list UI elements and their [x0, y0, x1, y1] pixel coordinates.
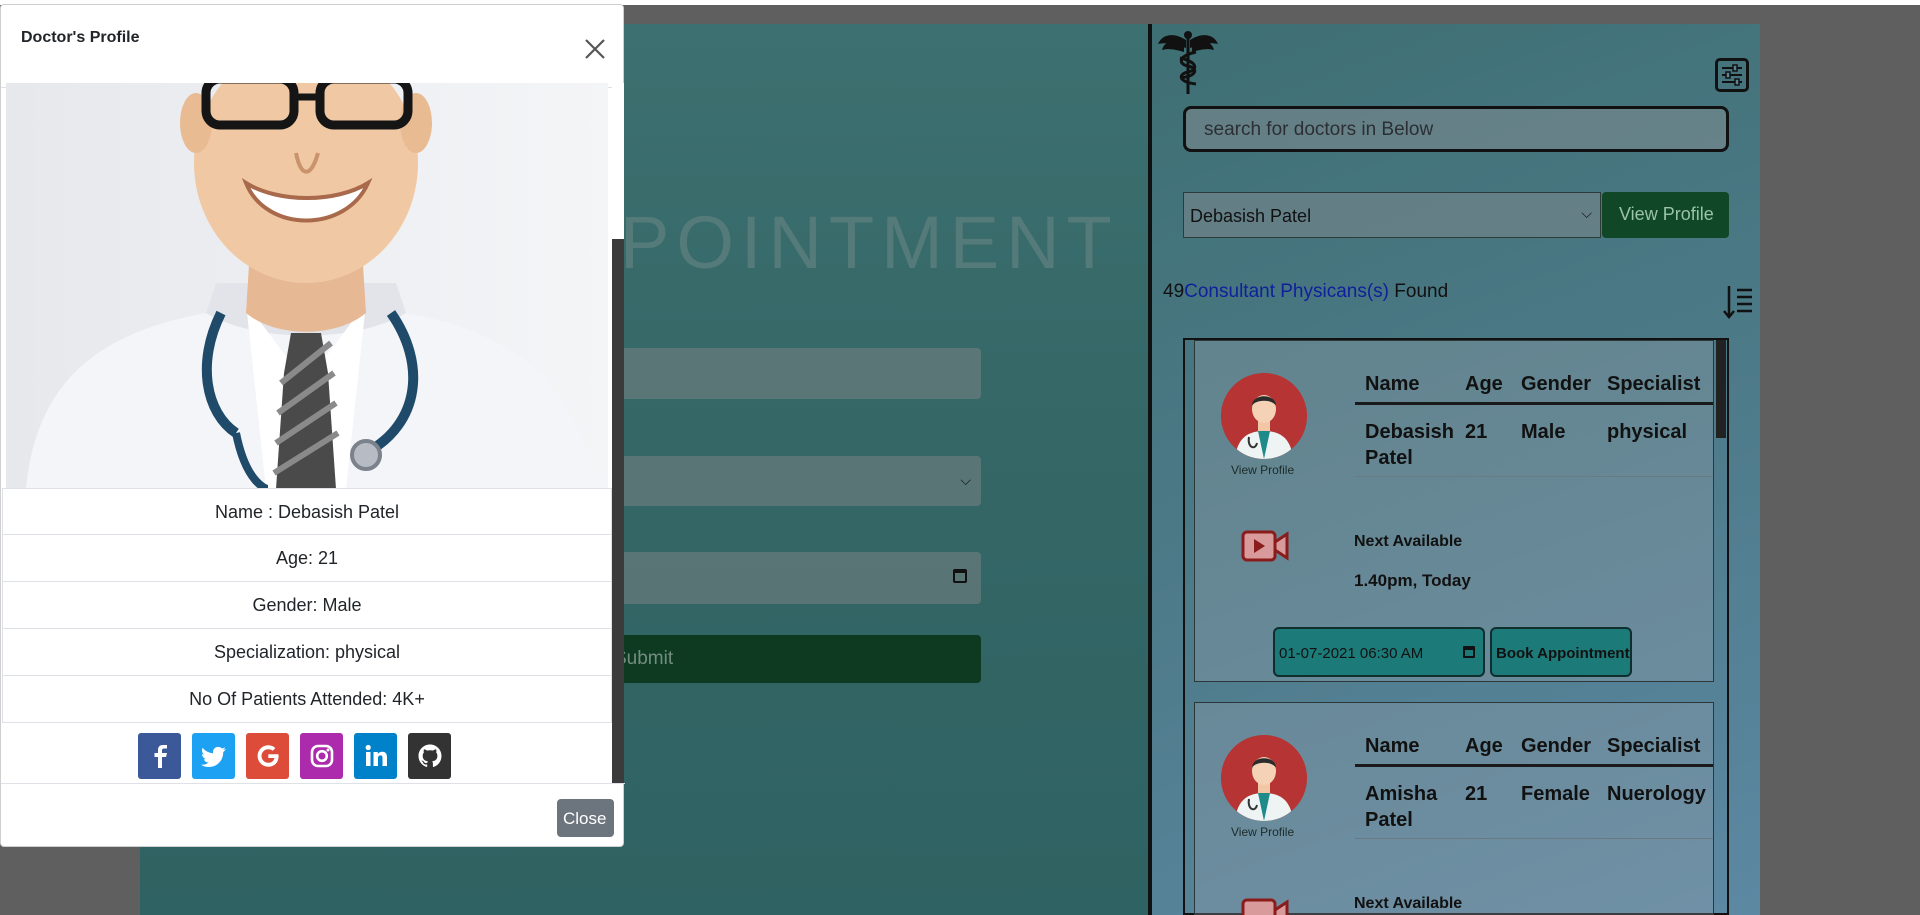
book-appointment-button[interactable]: Book Appointment [1490, 627, 1632, 677]
doctor-search-input[interactable]: search for doctors in Below [1183, 106, 1729, 152]
doctor-avatar[interactable] [1221, 735, 1307, 821]
doctor-photo-illustration [6, 83, 608, 489]
next-available-time: 1.40pm, Today [1354, 571, 1471, 590]
close-icon[interactable] [581, 35, 609, 63]
view-profile-button[interactable]: View Profile [1602, 192, 1729, 238]
doctor-specialist-cell: physical [1607, 421, 1688, 443]
patient-name-input[interactable] [600, 348, 981, 399]
caduceus-logo-icon [1158, 31, 1218, 94]
appointment-datetime-input[interactable]: 01-07-2021 06:30 AM [1273, 627, 1485, 677]
github-button[interactable] [408, 733, 451, 779]
list-item: Name : Debasish Patel [2, 488, 612, 535]
list-item: Specialization: physical [2, 629, 612, 676]
doctor-age-cell: 21 [1465, 783, 1488, 805]
consultant-link[interactable]: Consultant Physicans(s) [1184, 281, 1389, 302]
doctor-table: Name Age Gender Specialist Debasish Pate… [1355, 359, 1713, 477]
doctor-list-scrollbar[interactable] [1716, 340, 1726, 438]
list-item: Age: 21 [2, 535, 612, 582]
col-age-header: Age [1465, 373, 1503, 395]
list-item: No Of Patients Attended: 4K+ [2, 676, 612, 723]
appointment-datetime-value: 01-07-2021 06:30 AM [1279, 645, 1424, 662]
instagram-button[interactable] [300, 733, 343, 779]
col-age-header: Age [1465, 735, 1503, 757]
calendar-icon [1463, 646, 1475, 658]
doctor-name-cell: Amisha Patel [1365, 783, 1438, 831]
table-row: Amisha Patel 21 Female Nuerology [1355, 767, 1713, 839]
doctor-select[interactable]: ⌵ [600, 456, 981, 506]
next-available-label: Next Available [1354, 533, 1463, 550]
close-button[interactable]: Close [557, 799, 614, 837]
video-call-icon[interactable] [1241, 895, 1289, 915]
table-header-row: Name Age Gender Specialist [1355, 721, 1713, 767]
facebook-icon [154, 745, 167, 768]
filter-settings-button[interactable] [1715, 58, 1749, 92]
appointment-heading: POINTMENT [620, 201, 1119, 284]
col-name-header: Name [1365, 735, 1420, 757]
view-profile-link[interactable]: View Profile [1231, 463, 1294, 477]
doctor-avatar-icon [1221, 735, 1307, 821]
chevron-down-icon: ⌵ [1581, 205, 1592, 221]
col-specialist-header: Specialist [1607, 735, 1701, 757]
calendar-icon [953, 569, 967, 583]
video-call-icon[interactable] [1241, 527, 1289, 565]
linkedin-icon [365, 744, 387, 766]
instagram-icon [310, 744, 333, 768]
linkedin-button[interactable] [354, 733, 397, 779]
twitter-icon [200, 746, 226, 767]
modal-title: Doctor's Profile [21, 29, 140, 46]
col-gender-header: Gender [1521, 735, 1592, 757]
date-input[interactable] [600, 552, 981, 604]
results-count: 49Consultant Physicans(s) Found [1163, 281, 1448, 303]
view-profile-link[interactable]: View Profile [1231, 825, 1294, 839]
submit-button[interactable]: Submit [600, 635, 981, 683]
doctor-table: Name Age Gender Specialist Amisha Patel … [1355, 721, 1713, 839]
results-count-suffix: Found [1389, 281, 1449, 302]
col-name-header: Name [1365, 373, 1420, 395]
social-links [138, 733, 451, 779]
doctor-gender-cell: Female [1521, 783, 1590, 805]
doctor-specialist-cell: Nuerology [1607, 783, 1706, 805]
page-edge [1760, 24, 1920, 915]
doctor-name-cell: Debasish Patel [1365, 421, 1454, 469]
col-gender-header: Gender [1521, 373, 1592, 395]
doctor-gender-cell: Male [1521, 421, 1566, 443]
table-row: Debasish Patel 21 Male physical [1355, 405, 1713, 477]
modal-footer [1, 783, 625, 843]
list-item: Gender: Male [2, 582, 612, 629]
google-button[interactable] [246, 733, 289, 779]
github-icon [418, 744, 441, 767]
doctor-card: View Profile Name Age Gender Specialist … [1194, 702, 1714, 915]
doctor-avatar-icon [1221, 373, 1307, 459]
doctor-info-list: Name : Debasish Patel Age: 21 Gender: Ma… [2, 488, 612, 723]
modal-scrollbar-thumb[interactable] [612, 239, 624, 783]
doctor-dropdown[interactable]: Debasish Patel ⌵ [1183, 192, 1601, 238]
doctor-age-cell: 21 [1465, 421, 1488, 443]
next-available-label: Next Available [1354, 895, 1463, 912]
google-icon [257, 745, 279, 767]
doctor-card: View Profile Name Age Gender Specialist … [1194, 340, 1714, 682]
twitter-button[interactable] [192, 733, 235, 779]
doctor-dropdown-value: Debasish Patel [1190, 206, 1312, 226]
doctor-photo [6, 83, 608, 489]
col-specialist-header: Specialist [1607, 373, 1701, 395]
results-count-number: 49 [1163, 281, 1185, 302]
facebook-button[interactable] [138, 733, 181, 779]
sort-icon[interactable] [1722, 284, 1754, 320]
modal-header: Doctor's Profile [1, 5, 623, 88]
sliders-icon [1722, 64, 1742, 86]
doctor-avatar[interactable] [1221, 373, 1307, 459]
chevron-down-icon: ⌵ [960, 472, 971, 488]
table-header-row: Name Age Gender Specialist [1355, 359, 1713, 405]
